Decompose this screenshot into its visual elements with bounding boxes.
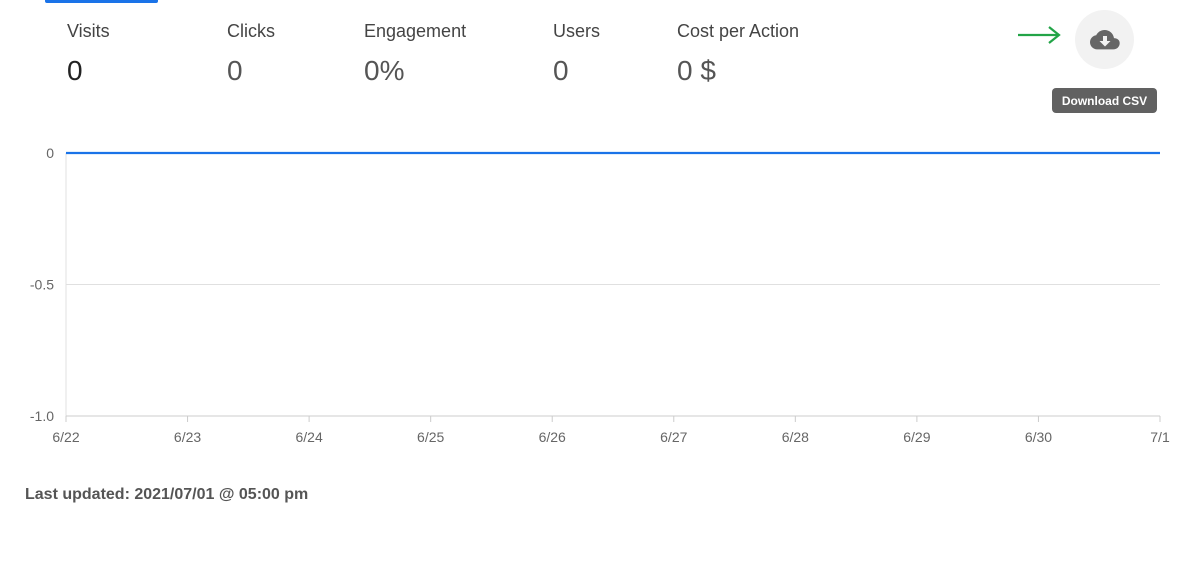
metric-cost-per-action: Cost per Action 0 $ (677, 21, 799, 87)
x-tick-label: 6/26 (539, 429, 566, 445)
y-tick-label: -1.0 (30, 408, 54, 424)
x-tick-label: 7/1 (1150, 429, 1170, 445)
metric-value: 0 $ (677, 55, 716, 86)
metric-users: Users 0 (553, 21, 600, 87)
last-updated-text: Last updated: 2021/07/01 @ 05:00 pm (25, 486, 309, 503)
x-tick-label: 6/27 (660, 429, 687, 445)
y-tick-label: -0.5 (30, 277, 54, 293)
x-tick-label: 6/22 (52, 429, 79, 445)
x-tick-label: 6/29 (903, 429, 930, 445)
metric-label: Clicks (227, 21, 275, 41)
download-csv-button[interactable] (1075, 10, 1134, 69)
metric-visits: Visits 0 (67, 21, 110, 87)
arrow-right-icon (1018, 26, 1061, 44)
cloud-download-icon (1089, 29, 1120, 49)
metric-clicks: Clicks 0 (227, 21, 275, 87)
metric-value: 0 (227, 55, 243, 86)
metric-value: 0 (553, 55, 569, 86)
x-tick-label: 6/30 (1025, 429, 1052, 445)
metric-label: Engagement (364, 21, 467, 41)
metric-label: Cost per Action (677, 21, 800, 41)
metric-value: 0% (364, 55, 405, 86)
download-tooltip: Download CSV (1052, 88, 1157, 113)
x-tick-label: 6/28 (782, 429, 809, 445)
x-tick-label: 6/25 (417, 429, 444, 445)
metric-label: Visits (67, 21, 110, 41)
metric-value: 0 (67, 55, 83, 86)
metric-engagement: Engagement 0% (364, 21, 466, 87)
x-tick-label: 6/23 (174, 429, 201, 445)
metric-label: Users (553, 21, 601, 41)
active-tab-indicator (45, 0, 158, 3)
x-tick-label: 6/24 (295, 429, 322, 445)
y-tick-label: 0 (46, 145, 54, 161)
line-chart: 0 -0.5 -1.0 6/22 6/23 6/24 6/25 6/26 6/27 6/28 6/2… (30, 145, 1170, 445)
